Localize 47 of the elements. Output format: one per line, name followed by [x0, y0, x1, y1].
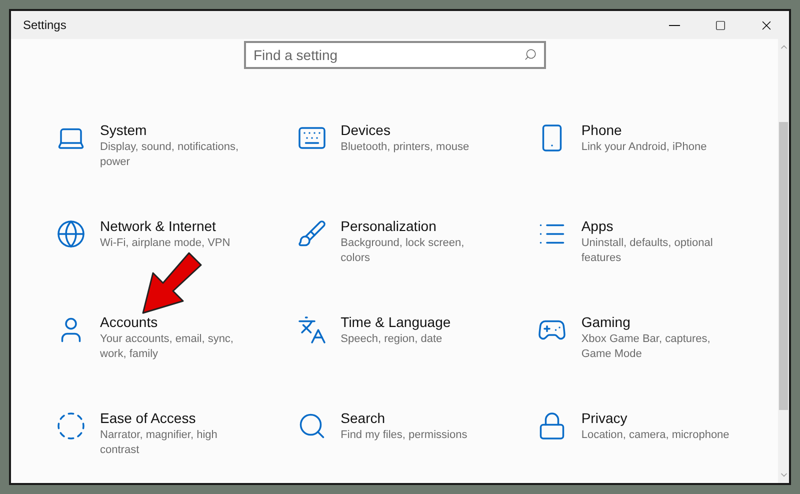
language-icon [296, 315, 327, 345]
category-description: Xbox Game Bar, captures, Game Mode [581, 332, 712, 362]
category-description: Display, sound, notifications, power [100, 140, 240, 170]
category-description: Find my files, permissions [340, 428, 468, 443]
category-title: Time & Language [340, 313, 452, 331]
category-description: Bluetooth, printers, mouse [340, 140, 470, 155]
brush-icon [296, 219, 327, 249]
category-description: Your accounts, email, sync, work, family [100, 332, 234, 362]
category-tile[interactable]: Gaming Xbox Game Bar, captures, Game Mode [527, 311, 768, 393]
category-description: Location, camera, microphone [581, 428, 730, 443]
scrollbar-thumb[interactable] [779, 122, 788, 410]
search-icon [524, 48, 536, 61]
category-tile[interactable]: Ease of Access Narrator, magnifier, high contrast [46, 407, 287, 489]
category-title: Privacy [581, 409, 628, 427]
category-description: Uninstall, defaults, optional features [581, 236, 714, 266]
category-tile[interactable]: Accounts Your accounts, email, sync, work, family [46, 311, 287, 393]
minimize-icon [668, 24, 680, 26]
category-tile[interactable]: Search Find my files, permissions [286, 407, 528, 489]
search-field[interactable]: Find a setting [244, 41, 546, 69]
globe-icon [56, 219, 86, 249]
category-title: Phone [581, 121, 623, 139]
category-title: System [100, 121, 148, 139]
category-tile[interactable]: Phone Link your Android, iPhone [527, 119, 768, 201]
category-description: Background, lock screen, colors [340, 236, 466, 266]
window-title: Settings [23, 17, 66, 34]
category-tile[interactable]: System Display, sound, notifications, power [46, 119, 287, 201]
category-tile[interactable]: Devices Bluetooth, printers, mouse [286, 119, 528, 201]
category-tile[interactable]: Time & Language Speech, region, date [286, 311, 528, 393]
category-title: Network & Internet [100, 217, 217, 235]
category-title: Accounts [100, 313, 159, 331]
category-title: Gaming [581, 313, 632, 331]
category-tile[interactable]: Personalization Background, lock screen, colors [286, 215, 528, 297]
category-tile[interactable]: Apps Uninstall, defaults, optional features [527, 215, 768, 297]
scrollbar[interactable] [778, 39, 789, 483]
maximize-icon [714, 20, 726, 30]
category-description: Wi-Fi, airplane mode, VPN [100, 236, 232, 251]
category-title: Apps [581, 217, 614, 235]
category-title: Devices [340, 121, 392, 139]
category-description: Link your Android, iPhone [581, 140, 708, 155]
category-title: Search [340, 409, 386, 427]
category-tile[interactable]: Network & Internet Wi-Fi, airplane mode, VPN [46, 215, 287, 297]
category-tile[interactable]: Privacy Location, camera, microphone [527, 407, 768, 489]
category-description: Narrator, magnifier, high contrast [100, 428, 218, 458]
category-description: Speech, region, date [340, 332, 444, 347]
category-title: Personalization [340, 217, 438, 235]
dashed-circle-icon [56, 411, 86, 441]
category-title: Ease of Access [100, 409, 197, 427]
